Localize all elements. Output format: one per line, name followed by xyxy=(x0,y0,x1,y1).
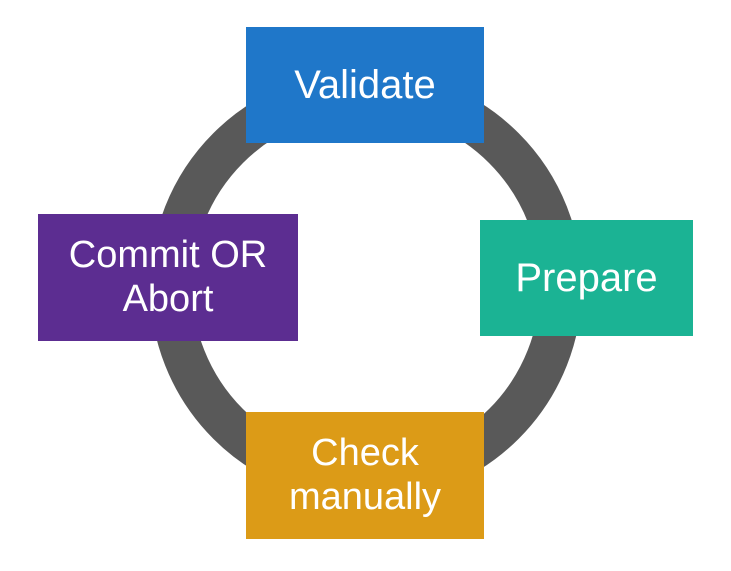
step-prepare: Prepare xyxy=(480,220,693,336)
step-check: Checkmanually xyxy=(246,412,484,539)
step-label: Prepare xyxy=(515,255,657,301)
step-label: Checkmanually xyxy=(289,432,441,519)
step-validate: Validate xyxy=(246,27,484,143)
step-label: Validate xyxy=(294,62,436,108)
step-label: Commit ORAbort xyxy=(69,234,267,321)
process-cycle-diagram: Validate Prepare Checkmanually Commit OR… xyxy=(0,0,731,571)
step-commit: Commit ORAbort xyxy=(38,214,298,341)
